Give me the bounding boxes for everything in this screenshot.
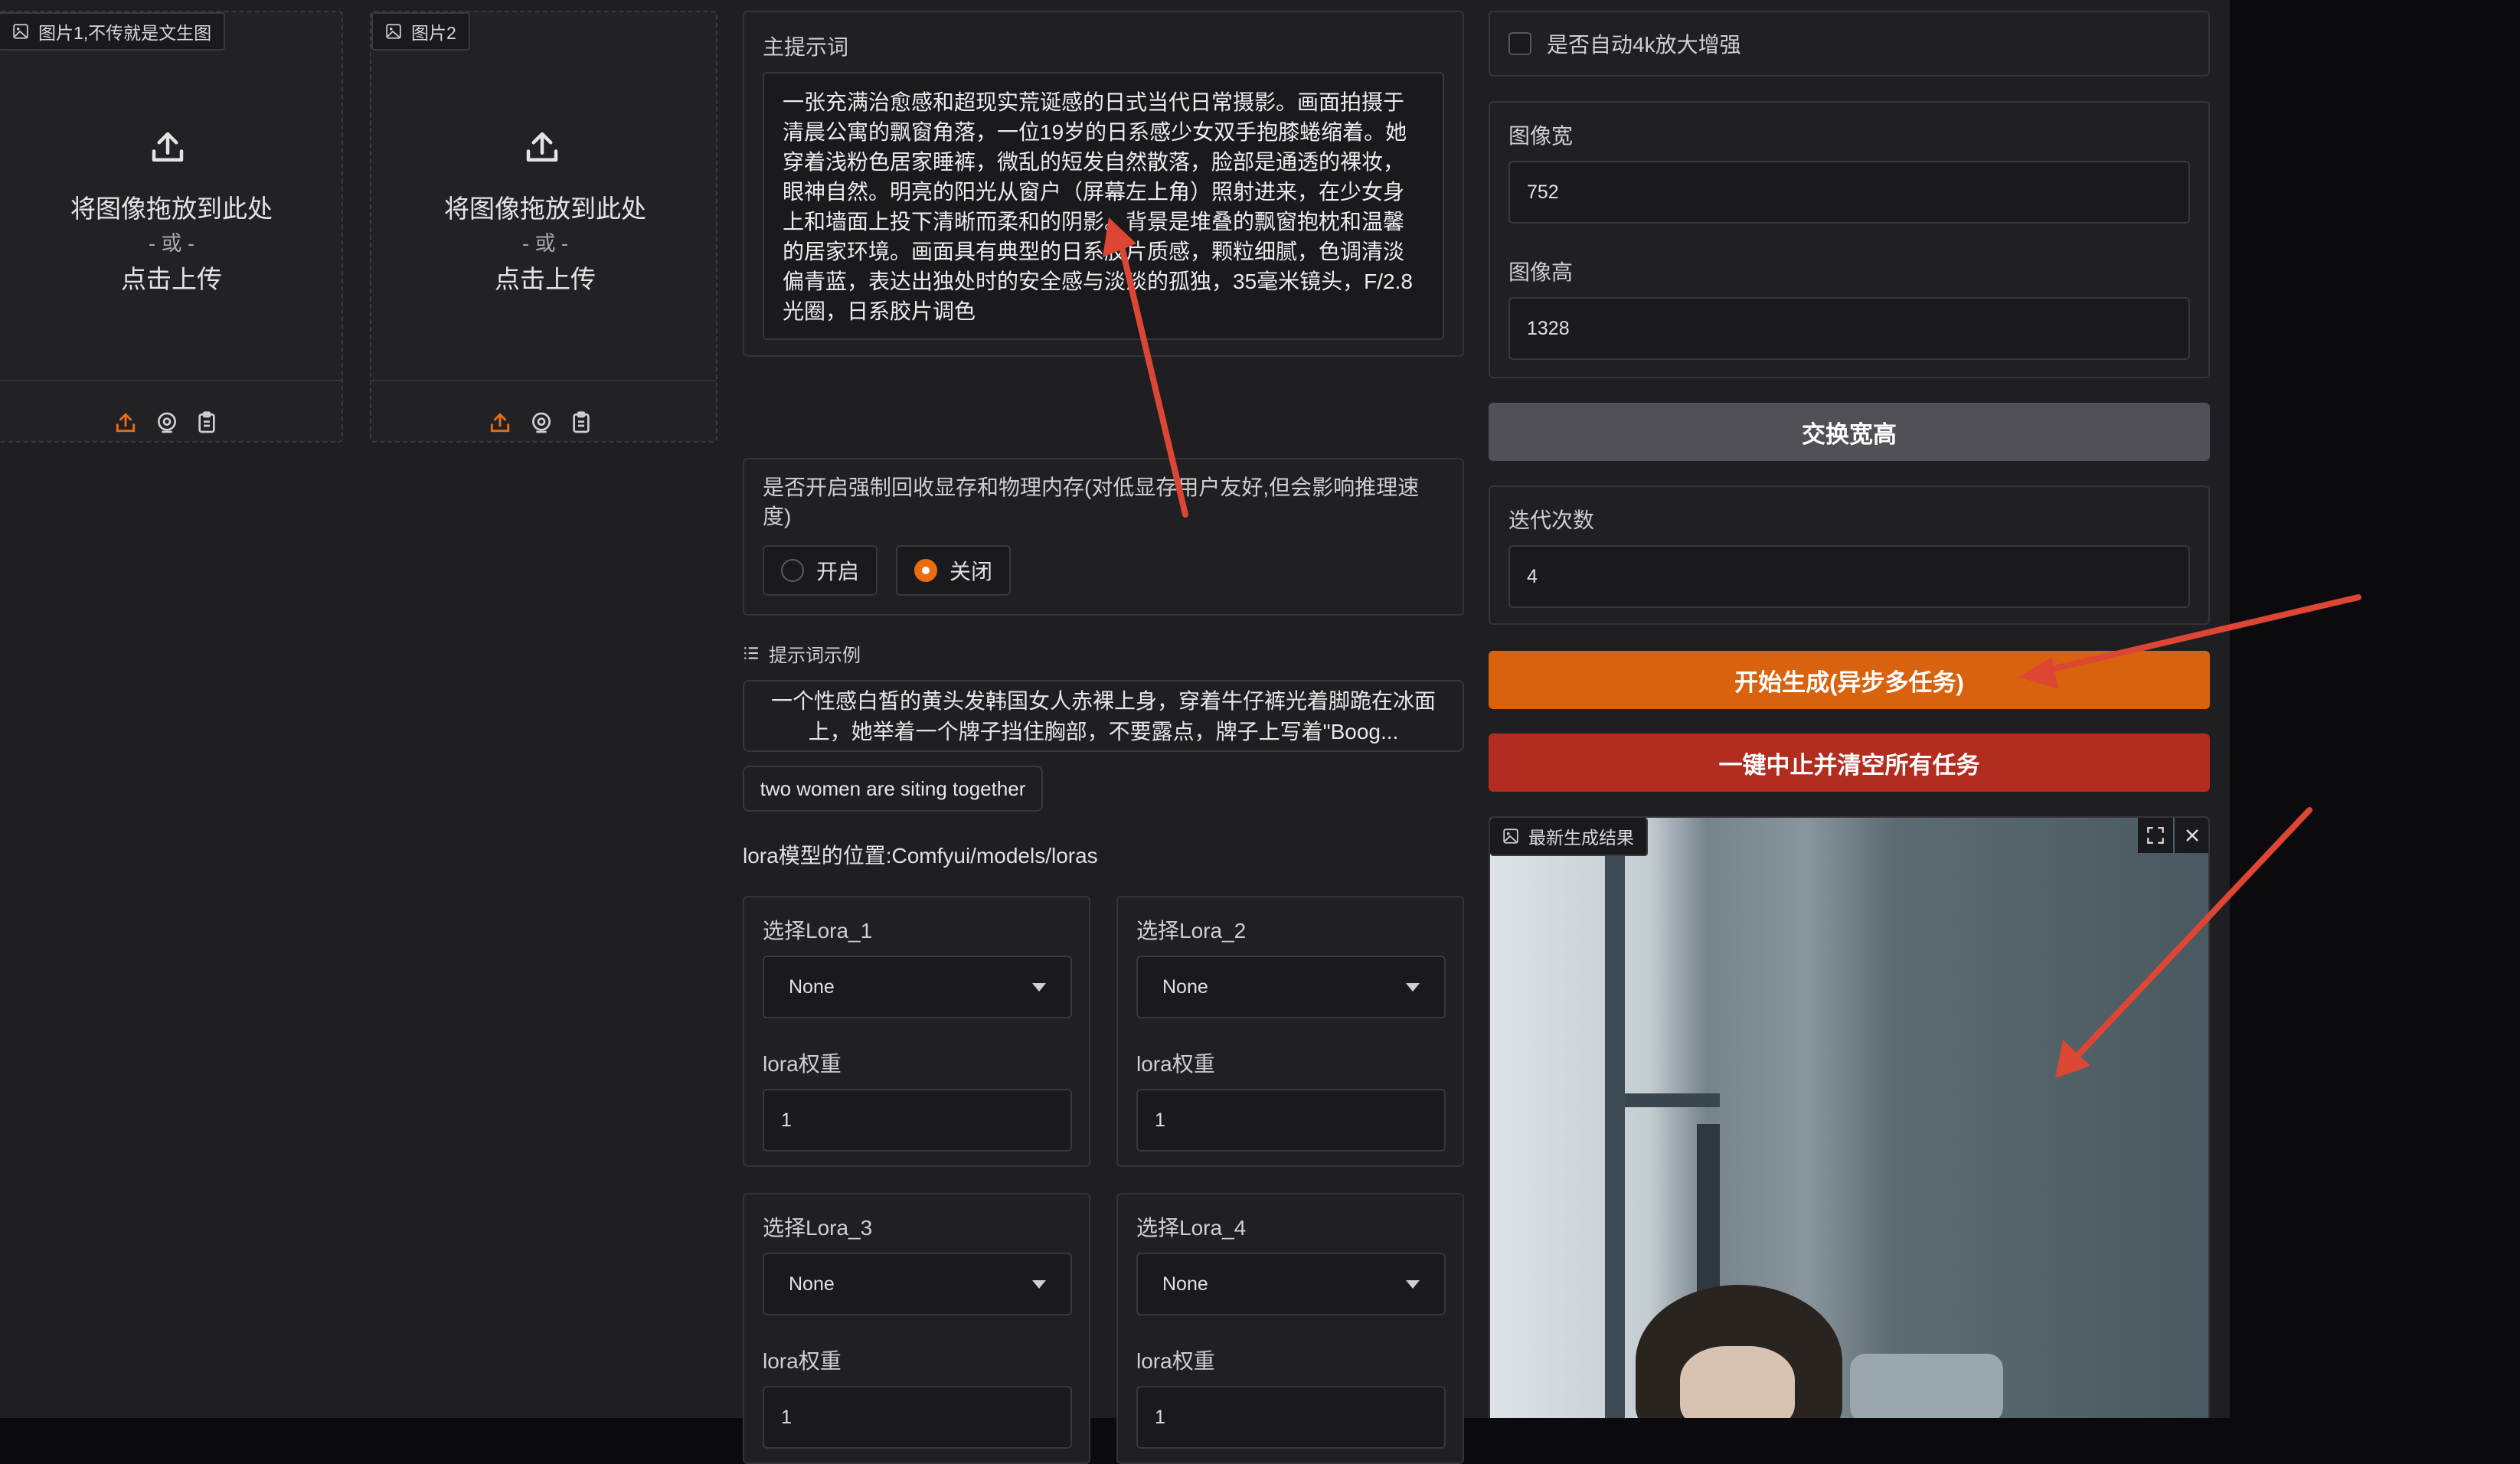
annotation-arrows [1103, 217, 2361, 1078]
annotation-arrow [2018, 594, 2361, 689]
annotation-arrow [2055, 807, 2312, 1078]
annotation-arrow [1103, 217, 1188, 518]
